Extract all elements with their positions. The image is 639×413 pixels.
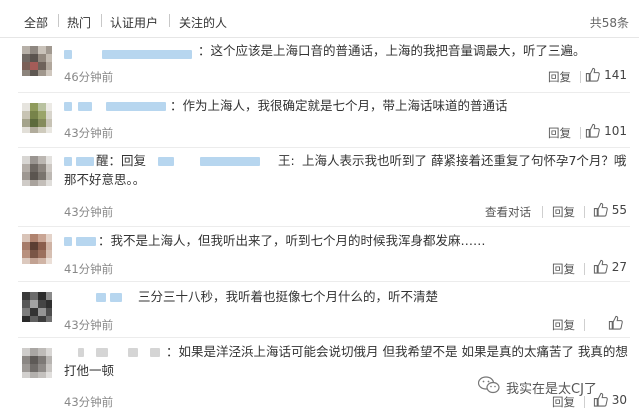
like-count: 101 [604,123,627,138]
action-divider [584,319,585,331]
like-button[interactable]: 141 [585,67,627,82]
comment-count: 共58条 [589,16,629,30]
comment-filter-tabs: 全部 热门 认证用户 关注的人 共58条 [0,0,639,38]
like-count: 55 [611,202,627,217]
like-button[interactable] [608,315,627,330]
thumbs-up-icon [585,123,600,138]
reply-button[interactable]: 回复 [548,69,571,85]
tab-divider [101,14,102,27]
thumbs-up-icon [585,67,600,82]
like-button[interactable]: 30 [593,392,627,407]
view-conversation-button[interactable]: 查看对话 [485,204,531,220]
reply-button[interactable]: 回复 [552,261,575,277]
avatar[interactable] [22,234,52,264]
comment-text: ：如果是洋泾浜上海话可能会说切俄月 但我希望不是 如果是真的太痛苦了 我真的想打… [64,344,628,378]
tab-hot[interactable]: 热门 [67,14,91,31]
reply-button[interactable]: 回复 [548,125,571,141]
blurred-username [102,50,192,59]
divider [18,147,630,148]
avatar[interactable] [22,156,52,186]
comment-time: 43分钟前 [64,126,114,140]
reply-button[interactable]: 回复 [552,204,575,220]
tab-divider [58,14,59,27]
reply-button[interactable]: 回复 [552,317,575,333]
blurred-username [64,237,72,246]
action-divider [584,263,585,275]
action-divider [580,127,581,139]
watermark-text: 我实在是太CJ了 [506,381,597,397]
comment-text: ：作为上海人，我很确定就是七个月，带上海话味道的普通话 [170,98,508,113]
divider [18,226,630,227]
avatar[interactable] [22,46,52,76]
like-button[interactable]: 101 [585,123,627,138]
like-button[interactable]: 27 [593,259,627,274]
comment-time: 41分钟前 [64,262,114,276]
like-count: 30 [611,392,627,407]
blurred-username [110,293,122,302]
comment-text: 三分三十八秒，我听着也挺像七个月什么的，听不清楚 [138,289,439,304]
comment-text: ：这个应该是上海口音的普通话，上海的我把音量调最大，听了三遍。 [198,43,586,58]
comment-time: 43分钟前 [64,318,114,332]
blurred-username [96,293,106,302]
wechat-icon [477,376,500,398]
divider [18,337,630,338]
blurred-username [64,50,72,59]
comment-text: 上海人表示我也听到了 薛紧接着还重复了句怀孕7个月？哦那不好意思。。 [64,153,627,187]
blurred-username [76,237,96,246]
like-count: 27 [611,259,627,274]
blurred-username [78,102,92,111]
comment-text: ：我不是上海人，但我听出来了，听到七个月的时候我浑身都发麻…… [98,233,486,248]
action-divider [580,71,581,83]
thumbs-up-icon [608,315,623,330]
comment-time: 43分钟前 [64,205,114,219]
tab-verified[interactable]: 认证用户 [110,14,158,31]
avatar[interactable] [22,348,52,378]
blurred-username [64,102,72,111]
action-divider [584,206,585,218]
comment-time: 46分钟前 [64,70,114,84]
comment-time: 43分钟前 [64,395,114,409]
like-button[interactable]: 55 [593,202,627,217]
tab-divider [169,14,170,27]
avatar[interactable] [22,103,52,133]
blurred-username [106,102,166,111]
tab-following[interactable]: 关注的人 [179,14,227,31]
thumbs-up-icon [593,259,608,274]
tab-all[interactable]: 全部 [24,14,48,31]
divider [18,281,630,282]
divider [18,92,630,93]
action-divider [542,206,543,218]
like-count: 141 [604,67,627,82]
avatar[interactable] [22,292,52,322]
watermark: 我实在是太CJ了 [477,376,597,398]
thumbs-up-icon [593,202,608,217]
